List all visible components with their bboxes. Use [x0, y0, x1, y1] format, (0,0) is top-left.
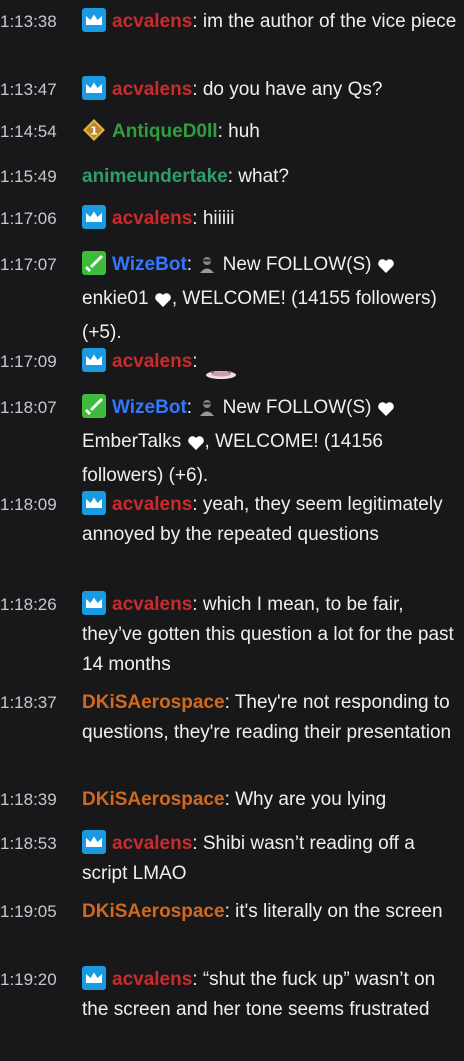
username[interactable]: acvalens — [112, 351, 192, 372]
chat-message: 1:13:47 acvalens: do you have any Qs? — [0, 75, 458, 105]
timestamp: 1:19:20 — [0, 970, 57, 989]
username[interactable]: AntiqueD0ll — [112, 121, 218, 142]
chat-message: 1:18:26 acvalens: which I mean, to be fai… — [0, 590, 458, 680]
heart-icon — [377, 397, 395, 427]
message-text: what? — [238, 166, 289, 187]
username[interactable]: DKiSAerospace — [82, 692, 225, 713]
chat-message: 1:17:07 WizeBot: New FOLLOW(S) enkie01 , … — [0, 250, 458, 348]
message-text: New FOLLOW(S) — [222, 397, 372, 418]
heart-icon — [377, 254, 395, 284]
message-text: New FOLLOW(S) — [222, 254, 372, 275]
timestamp: 1:14:54 — [0, 122, 57, 141]
chat-message: 1:13:38 acvalens: im the author of the vi… — [0, 7, 458, 37]
chat-message: 1:17:06 acvalens: hiiiii — [0, 204, 458, 234]
sword-badge-icon[interactable] — [82, 251, 106, 275]
crown-badge-icon[interactable] — [82, 348, 106, 372]
message-text: it's literally on the screen — [235, 901, 443, 922]
username[interactable]: acvalens — [112, 969, 192, 990]
timestamp: 1:17:09 — [0, 352, 57, 371]
crown-badge-icon[interactable] — [82, 8, 106, 32]
timestamp: 1:17:06 — [0, 209, 57, 228]
message-text: do you have any Qs? — [202, 79, 383, 100]
emote-icon — [203, 351, 243, 381]
timestamp: 1:19:05 — [0, 902, 57, 921]
message-text: Why are you lying — [235, 789, 387, 810]
person-icon — [197, 254, 217, 284]
username[interactable]: acvalens — [112, 79, 192, 100]
follower-name: EmberTalks — [82, 431, 182, 452]
timestamp: 1:13:47 — [0, 80, 57, 99]
timestamp: 1:18:39 — [0, 790, 57, 809]
crown-badge-icon[interactable] — [82, 491, 106, 515]
chat-message: 1:18:39 DKiSAerospace: Why are you lying — [0, 785, 458, 815]
username[interactable]: WizeBot — [112, 254, 187, 275]
timestamp: 1:18:37 — [0, 693, 57, 712]
username[interactable]: acvalens — [112, 594, 192, 615]
timestamp: 1:18:09 — [0, 495, 57, 514]
chat-message: 1:19:05 DKiSAerospace: it's literally on … — [0, 897, 458, 927]
chat-log: 1:13:38 acvalens: im the author of the vi… — [0, 0, 464, 1061]
crown-badge-icon[interactable] — [82, 830, 106, 854]
person-icon — [197, 397, 217, 427]
timestamp: 1:13:38 — [0, 12, 57, 31]
timestamp: 1:18:26 — [0, 595, 57, 614]
timestamp: 1:18:53 — [0, 834, 57, 853]
timestamp: 1:17:07 — [0, 255, 57, 274]
username[interactable]: DKiSAerospace — [82, 789, 225, 810]
username[interactable]: DKiSAerospace — [82, 901, 225, 922]
chat-message: 1:19:20 acvalens: “shut the fuck up” wasn… — [0, 965, 458, 1025]
username[interactable]: acvalens — [112, 208, 192, 229]
crown-badge-icon[interactable] — [82, 205, 106, 229]
heart-icon — [154, 288, 172, 318]
chat-message: 1:18:09 acvalens: yeah, they seem legitim… — [0, 490, 458, 550]
chat-message: 1:15:49 animeundertake: what? — [0, 162, 458, 192]
crown-badge-icon[interactable] — [82, 591, 106, 615]
timestamp: 1:15:49 — [0, 167, 57, 186]
chat-message: 1:18:53 acvalens: Shibi wasn’t reading of… — [0, 829, 458, 889]
username[interactable]: animeundertake — [82, 166, 228, 187]
rank-1-badge-icon[interactable]: 1 — [82, 118, 106, 142]
chat-message: 1:14:54 1 AntiqueD0ll: huh — [0, 117, 458, 147]
chat-message: 1:18:07 WizeBot: New FOLLOW(S) EmberTalks… — [0, 393, 458, 491]
message-text: huh — [228, 121, 260, 142]
chat-message: 1:18:37 DKiSAerospace: They're not respon… — [0, 688, 458, 748]
crown-badge-icon[interactable] — [82, 76, 106, 100]
timestamp: 1:18:07 — [0, 398, 57, 417]
username[interactable]: acvalens — [112, 494, 192, 515]
chat-message: 1:17:09 acvalens: — [0, 347, 458, 381]
crown-badge-icon[interactable] — [82, 966, 106, 990]
heart-icon — [187, 431, 205, 461]
username[interactable]: acvalens — [112, 11, 192, 32]
follower-name: enkie01 — [82, 288, 149, 309]
svg-text:1: 1 — [90, 125, 98, 138]
message-text: hiiiii — [202, 208, 235, 229]
username[interactable]: acvalens — [112, 833, 192, 854]
message-text: im the author of the vice piece — [202, 11, 457, 32]
username[interactable]: WizeBot — [112, 397, 187, 418]
sword-badge-icon[interactable] — [82, 394, 106, 418]
